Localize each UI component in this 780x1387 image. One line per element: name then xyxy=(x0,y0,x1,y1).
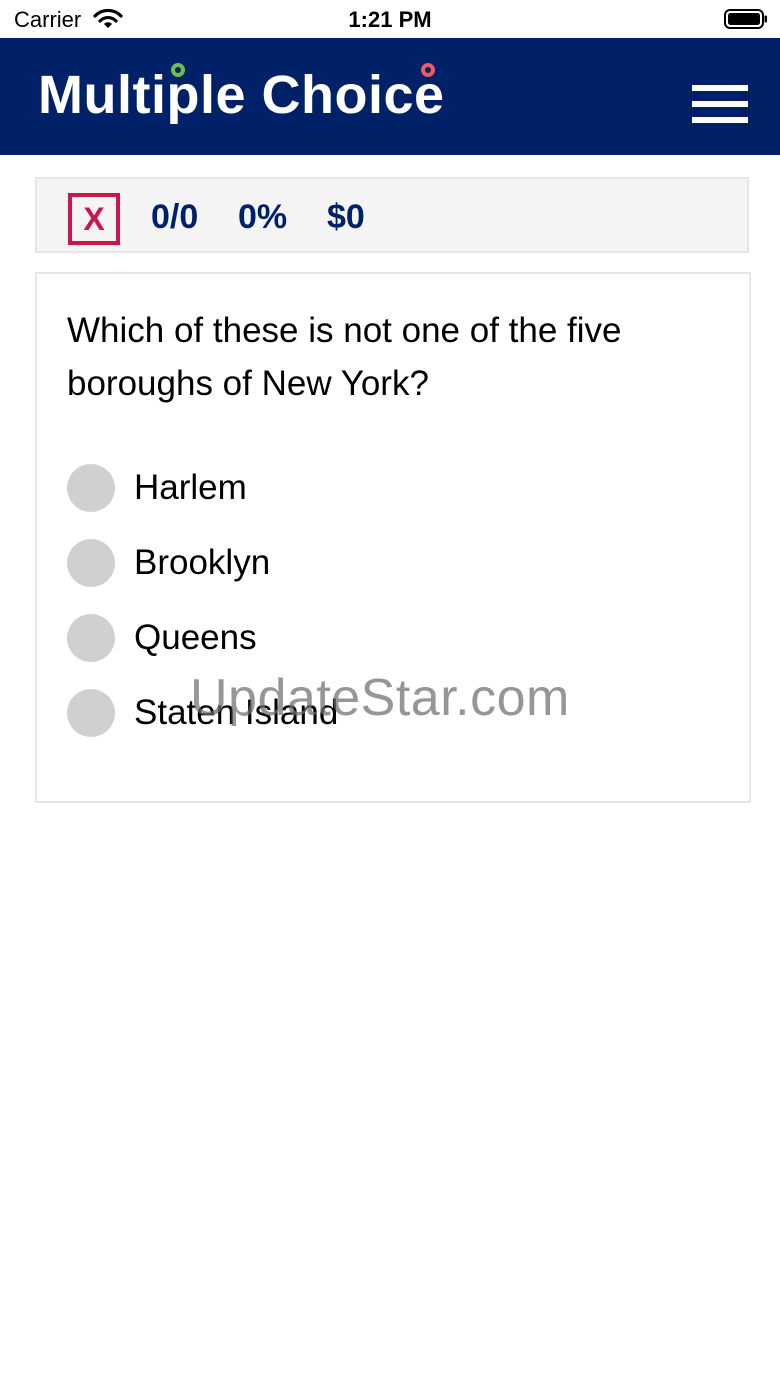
answer-label[interactable]: Brooklyn xyxy=(134,541,270,585)
battery-icon xyxy=(724,9,767,29)
answered-count: 0/0 xyxy=(151,198,199,236)
logo-green-dot-icon xyxy=(171,63,185,77)
score-bar: X 0/0 0% $0 xyxy=(35,177,749,253)
radio-button[interactable] xyxy=(67,614,115,662)
radio-button[interactable] xyxy=(67,464,115,512)
question-text: Which of these is not one of the five bo… xyxy=(67,311,622,403)
app-header: Multiple Choice xyxy=(0,38,780,155)
answer-option[interactable]: Brooklyn xyxy=(67,537,687,589)
score-percent: 0% xyxy=(238,198,288,236)
watermark: UpdateStar.com xyxy=(190,669,570,727)
money-total: $0 xyxy=(327,198,365,236)
logo-red-dot-icon xyxy=(421,63,435,77)
app-screen: Carrier 1:21 PM Multiple Choice X 0/0 0% xyxy=(0,0,780,1387)
app-title-text: Multiple Choice xyxy=(38,65,445,125)
quit-button[interactable]: X xyxy=(68,193,120,245)
radio-button[interactable] xyxy=(67,539,115,587)
app-logo-title: Multiple Choice xyxy=(38,60,445,130)
status-bar: Carrier 1:21 PM xyxy=(0,0,780,38)
answer-label[interactable]: Queens xyxy=(134,616,257,660)
answer-label[interactable]: Harlem xyxy=(134,466,247,510)
answer-option[interactable]: Queens xyxy=(67,612,687,664)
radio-button[interactable] xyxy=(67,689,115,737)
hamburger-menu-icon[interactable] xyxy=(688,80,748,128)
answer-option[interactable]: Harlem xyxy=(67,462,687,514)
clock-label: 1:21 PM xyxy=(348,7,432,32)
